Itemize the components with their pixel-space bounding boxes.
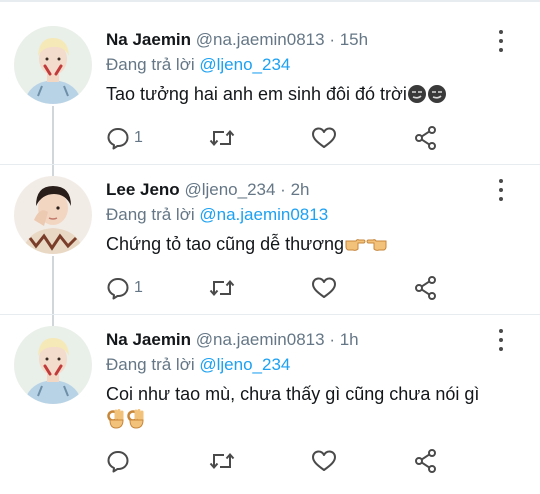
share-icon bbox=[415, 276, 436, 300]
username[interactable]: @ljeno_234 bbox=[184, 180, 275, 199]
reply-count: 1 bbox=[134, 129, 143, 146]
timestamp[interactable]: 2h bbox=[291, 180, 310, 199]
share-icon bbox=[415, 126, 436, 150]
ok-hand-icon bbox=[106, 408, 126, 437]
separator-dot: · bbox=[280, 180, 286, 199]
reply-button[interactable]: 1 bbox=[106, 124, 143, 152]
username[interactable]: @na.jaemin0813 bbox=[196, 30, 325, 49]
reply-to-handle[interactable]: @ljeno_234 bbox=[199, 355, 290, 374]
pointing-left-hand-icon bbox=[366, 234, 388, 261]
share-button[interactable] bbox=[413, 447, 439, 475]
tweet-actions bbox=[106, 447, 446, 475]
tweet-text-content: Coi như tao mù, chưa thấy gì cũng chưa n… bbox=[106, 384, 480, 404]
reply-prefix: Đang trả lời bbox=[106, 205, 195, 224]
separator-dot: · bbox=[329, 30, 335, 49]
like-icon bbox=[312, 127, 336, 148]
tweet[interactable]: Lee Jeno @ljeno_234 · 2h Đang trả lời @n… bbox=[0, 165, 540, 315]
smirk-face-icon bbox=[427, 84, 447, 111]
tweet[interactable]: Na Jaemin @na.jaemin0813 · 1h Đang trả l… bbox=[0, 315, 540, 494]
retweet-icon bbox=[209, 279, 235, 297]
tweet-actions: 1 bbox=[106, 124, 446, 152]
tweet-text-content: Chứng tỏ tao cũng dễ thương bbox=[106, 234, 345, 254]
like-icon bbox=[312, 450, 336, 471]
more-options-icon[interactable] bbox=[494, 179, 508, 201]
display-name[interactable]: Lee Jeno bbox=[106, 180, 180, 199]
reply-button[interactable]: 1 bbox=[106, 274, 143, 302]
timestamp[interactable]: 15h bbox=[340, 30, 368, 49]
timestamp[interactable]: 1h bbox=[340, 330, 359, 349]
reply-icon bbox=[107, 278, 129, 300]
tweet-header: Lee Jeno @ljeno_234 · 2h bbox=[106, 179, 500, 201]
display-name[interactable]: Na Jaemin bbox=[106, 30, 191, 49]
like-button[interactable] bbox=[311, 274, 337, 302]
reply-count: 1 bbox=[134, 279, 143, 296]
avatar[interactable] bbox=[14, 26, 92, 104]
tweet-header: Na Jaemin @na.jaemin0813 · 15h bbox=[106, 29, 500, 51]
tweet-text: Chứng tỏ tao cũng dễ thương bbox=[106, 231, 500, 261]
smirk-face-icon bbox=[407, 84, 427, 111]
like-button[interactable] bbox=[311, 124, 337, 152]
replying-to: Đang trả lời @ljeno_234 bbox=[106, 354, 500, 376]
retweet-icon bbox=[209, 452, 235, 470]
retweet-button[interactable] bbox=[208, 274, 236, 302]
avatar[interactable] bbox=[14, 326, 92, 404]
more-options-icon[interactable] bbox=[494, 329, 508, 351]
replying-to: Đang trả lời @ljeno_234 bbox=[106, 54, 500, 76]
like-button[interactable] bbox=[311, 447, 337, 475]
tweet-text: Tao tưởng hai anh em sinh đôi đó trời bbox=[106, 81, 500, 111]
retweet-icon bbox=[209, 129, 235, 147]
separator-dot: · bbox=[329, 330, 335, 349]
username[interactable]: @na.jaemin0813 bbox=[196, 330, 325, 349]
reply-button[interactable] bbox=[106, 447, 134, 475]
reply-icon bbox=[107, 451, 129, 473]
display-name[interactable]: Na Jaemin bbox=[106, 330, 191, 349]
tweet-text-content: Tao tưởng hai anh em sinh đôi đó trời bbox=[106, 84, 407, 104]
like-icon bbox=[312, 277, 336, 298]
pointing-right-hand-icon bbox=[344, 234, 366, 261]
reply-prefix: Đang trả lời bbox=[106, 355, 195, 374]
reply-to-handle[interactable]: @ljeno_234 bbox=[199, 55, 290, 74]
more-options-icon[interactable] bbox=[494, 30, 508, 52]
retweet-button[interactable] bbox=[208, 447, 236, 475]
reply-icon bbox=[107, 128, 129, 150]
share-icon bbox=[415, 449, 436, 473]
reply-to-handle[interactable]: @na.jaemin0813 bbox=[199, 205, 328, 224]
share-button[interactable] bbox=[413, 124, 439, 152]
tweet-header: Na Jaemin @na.jaemin0813 · 1h bbox=[106, 329, 500, 351]
avatar[interactable] bbox=[14, 176, 92, 254]
retweet-button[interactable] bbox=[208, 124, 236, 152]
reply-prefix: Đang trả lời bbox=[106, 55, 195, 74]
replying-to: Đang trả lời @na.jaemin0813 bbox=[106, 204, 500, 226]
share-button[interactable] bbox=[413, 274, 439, 302]
tweet-text: Coi như tao mù, chưa thấy gì cũng chưa n… bbox=[106, 381, 500, 437]
ok-hand-icon bbox=[126, 408, 146, 437]
tweet-actions: 1 bbox=[106, 274, 446, 302]
tweet[interactable]: Na Jaemin @na.jaemin0813 · 15h Đang trả … bbox=[0, 0, 540, 165]
